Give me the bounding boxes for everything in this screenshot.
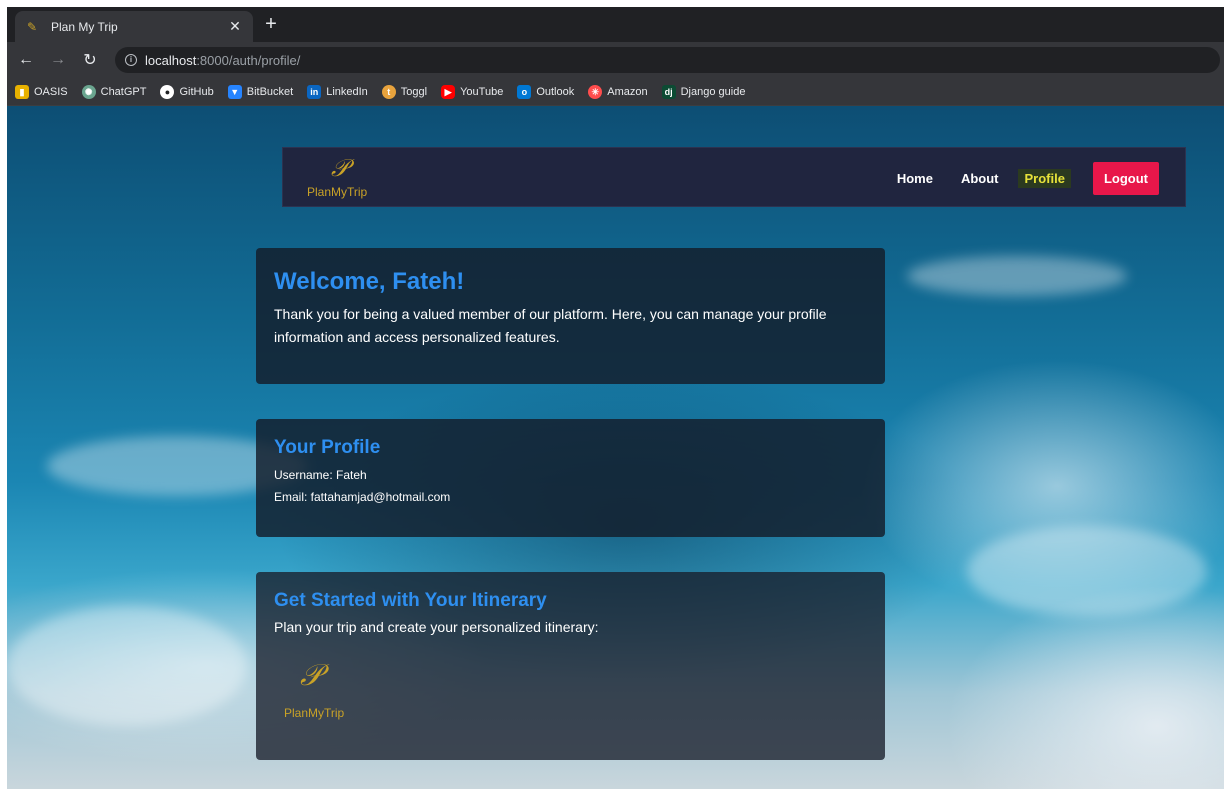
forward-arrow-icon[interactable]: → xyxy=(45,51,71,69)
profile-title: Your Profile xyxy=(274,437,381,458)
nav-about-link[interactable]: About xyxy=(961,171,999,186)
wave-foam xyxy=(967,526,1207,616)
planmytrip-logo-icon: 𝒫 xyxy=(300,658,322,693)
profile-card: Your Profile Username: Fateh Email: fatt… xyxy=(256,419,885,537)
bookmark-label: BitBucket xyxy=(246,85,294,98)
bookmark-chatgpt[interactable]: ✺ ChatGPT xyxy=(81,84,147,99)
itinerary-logo-text: PlanMyTrip xyxy=(284,706,345,720)
bookmark-label: OASIS xyxy=(34,85,68,98)
profile-username: Username: Fateh xyxy=(274,468,367,482)
bitbucket-icon: ▼ xyxy=(227,84,242,99)
browser-tab[interactable]: ✎ Plan My Trip ✕ xyxy=(15,11,253,42)
linkedin-icon: in xyxy=(307,84,322,99)
bookmark-oasis[interactable]: ▮ OASIS xyxy=(15,84,68,99)
bookmark-github[interactable]: ● GitHub xyxy=(160,84,214,99)
back-arrow-icon[interactable]: ← xyxy=(13,51,39,69)
bookmark-outlook[interactable]: o Outlook xyxy=(517,84,575,99)
bookmark-label: Outlook xyxy=(536,85,575,98)
reload-icon[interactable]: ↻ xyxy=(77,50,103,70)
plan-my-trip-favicon-icon: ✎ xyxy=(26,19,38,34)
bookmark-label: Amazon xyxy=(607,85,648,98)
wave-foam xyxy=(907,256,1127,296)
bookmark-bitbucket[interactable]: ▼ BitBucket xyxy=(227,84,294,99)
nav-home-link[interactable]: Home xyxy=(897,171,933,186)
url-path: :8000/auth/profile/ xyxy=(196,52,301,68)
welcome-title: Welcome, Fateh! xyxy=(274,268,465,295)
django-icon: dj xyxy=(661,84,676,99)
bookmark-label: Toggl xyxy=(400,85,428,98)
site-navbar: 𝒫 PlanMyTrip Home About Profile Logout xyxy=(282,147,1186,207)
new-tab-icon[interactable]: + xyxy=(259,13,283,35)
logo-text: PlanMyTrip xyxy=(307,185,368,199)
planmytrip-logo[interactable]: 𝒫 PlanMyTrip xyxy=(307,154,397,202)
url-host: localhost xyxy=(145,52,197,68)
tab-title: Plan My Trip xyxy=(51,19,118,34)
bookmark-django[interactable]: dj Django guide xyxy=(661,84,746,99)
close-tab-icon[interactable]: ✕ xyxy=(227,18,243,35)
bookmark-amazon[interactable]: ✳ Amazon xyxy=(588,84,648,99)
tab-strip: ✎ Plan My Trip ✕ + xyxy=(7,7,1224,42)
wave-foam xyxy=(7,606,247,726)
welcome-card: Welcome, Fateh! Thank you for being a va… xyxy=(256,248,885,384)
itinerary-title: Get Started with Your Itinerary xyxy=(274,590,547,611)
site-info-icon[interactable]: i xyxy=(125,54,137,66)
bookmark-linkedin[interactable]: in LinkedIn xyxy=(307,84,368,99)
welcome-text: Thank you for being a valued member of o… xyxy=(274,306,827,345)
bookmark-label: Django guide xyxy=(680,85,746,98)
page-background: 𝒫 PlanMyTrip Home About Profile Logout W… xyxy=(7,106,1224,789)
itinerary-text: Plan your trip and create your personali… xyxy=(274,619,599,635)
bookmark-label: GitHub xyxy=(179,85,214,98)
oasis-icon: ▮ xyxy=(15,84,29,99)
bookmarks-bar: ▮ OASIS ✺ ChatGPT ● GitHub ▼ BitBucket i… xyxy=(7,78,1224,106)
logout-button[interactable]: Logout xyxy=(1092,162,1159,195)
bookmark-label: YouTube xyxy=(460,85,504,98)
nav-links: Home About Profile Logout xyxy=(869,162,1159,195)
profile-email: Email: fattahamjad@hotmail.com xyxy=(274,490,451,504)
amazon-icon: ✳ xyxy=(588,84,603,99)
youtube-icon: ▶ xyxy=(441,84,456,99)
bookmark-youtube[interactable]: ▶ YouTube xyxy=(441,84,504,99)
address-bar[interactable]: i localhost:8000/auth/profile/ xyxy=(115,47,1220,73)
browser-window: ✎ Plan My Trip ✕ + ← → ↻ i localhost:800… xyxy=(7,7,1224,789)
itinerary-logo-link[interactable]: 𝒫 PlanMyTrip xyxy=(284,658,354,738)
bookmark-toggl[interactable]: t Toggl xyxy=(381,84,428,99)
itinerary-card: Get Started with Your Itinerary Plan you… xyxy=(256,572,885,760)
chatgpt-icon: ✺ xyxy=(81,84,96,99)
outlook-icon: o xyxy=(517,84,532,99)
nav-profile-link[interactable]: Profile xyxy=(1018,169,1071,188)
planmytrip-logo-icon: 𝒫 xyxy=(331,154,349,182)
github-icon: ● xyxy=(160,84,175,99)
browser-toolbar: ← → ↻ i localhost:8000/auth/profile/ xyxy=(7,42,1224,78)
toggl-icon: t xyxy=(381,84,396,99)
bookmark-label: LinkedIn xyxy=(326,85,368,98)
bookmark-label: ChatGPT xyxy=(100,85,147,98)
